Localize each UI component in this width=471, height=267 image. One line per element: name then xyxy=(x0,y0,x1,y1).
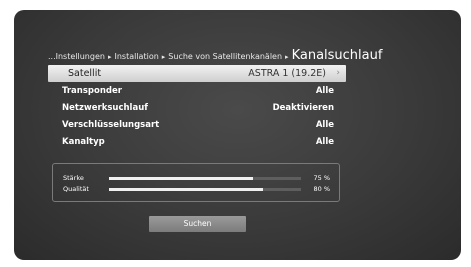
menu-row-value: Alle xyxy=(315,137,334,147)
signal-strength-label: Stärke xyxy=(63,174,84,182)
menu-row-label: Kanaltyp xyxy=(62,137,105,147)
breadcrumb-separator: ▸ xyxy=(161,53,166,61)
menu-row-value: Alle xyxy=(315,86,334,96)
menu-row-value: Deaktivieren xyxy=(272,103,334,113)
menu-row-netzwerksuchlauf[interactable]: Netzwerksuchlauf Deaktivieren xyxy=(48,99,346,116)
tv-screen: ...Instellungen ▸ Installation ▸ Suche v… xyxy=(14,10,461,260)
signal-quality-fill xyxy=(109,188,263,191)
signal-strength-bar xyxy=(109,177,301,180)
breadcrumb-separator: ▸ xyxy=(285,53,289,61)
search-button[interactable]: Suchen xyxy=(149,216,246,232)
breadcrumb-item[interactable]: Installation xyxy=(114,52,158,61)
menu-row-kanaltyp[interactable]: Kanaltyp Alle xyxy=(48,133,346,150)
signal-strength-fill xyxy=(109,177,253,180)
menu-row-satellit[interactable]: Satellit ASTRA 1 (19.2E) › xyxy=(48,65,346,82)
signal-panel: Stärke 75 % Qualität 80 % xyxy=(52,163,340,202)
signal-quality-value: 80 % xyxy=(313,185,330,193)
signal-quality-row: Qualität 80 % xyxy=(53,184,339,194)
signal-strength-row: Stärke 75 % xyxy=(53,173,339,183)
menu-row-label: Satellit xyxy=(68,68,102,79)
breadcrumb: ...Instellungen ▸ Installation ▸ Suche v… xyxy=(48,48,382,63)
breadcrumb-item[interactable]: ...Instellungen xyxy=(48,52,105,61)
settings-menu: Satellit ASTRA 1 (19.2E) › Transponder A… xyxy=(48,65,346,150)
menu-row-label: Transponder xyxy=(62,86,122,96)
menu-row-value: ASTRA 1 (19.2E) xyxy=(248,68,326,79)
signal-strength-value: 75 % xyxy=(313,174,330,182)
menu-row-transponder[interactable]: Transponder Alle xyxy=(48,82,346,99)
menu-row-value: Alle xyxy=(315,120,334,130)
menu-row-label: Verschlüsselungsart xyxy=(62,120,160,130)
menu-row-verschluesselungsart[interactable]: Verschlüsselungsart Alle xyxy=(48,116,346,133)
breadcrumb-item[interactable]: Suche von Satellitenkanälen xyxy=(168,52,282,61)
page-title: Kanalsuchlauf xyxy=(291,48,383,63)
signal-quality-bar xyxy=(109,188,301,191)
signal-quality-label: Qualität xyxy=(63,185,89,193)
menu-row-label: Netzwerksuchlauf xyxy=(62,103,148,113)
breadcrumb-separator: ▸ xyxy=(107,53,112,61)
chevron-right-icon: › xyxy=(336,68,340,78)
